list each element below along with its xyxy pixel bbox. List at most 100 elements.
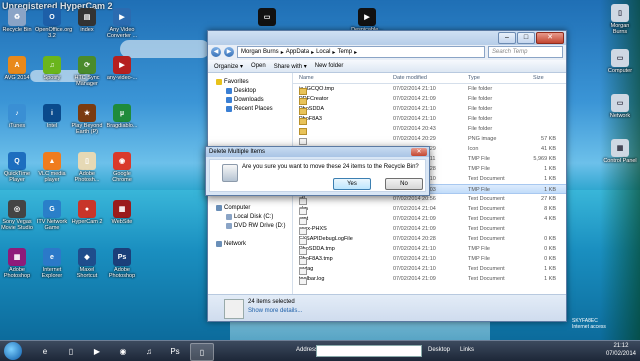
chevron-right-icon[interactable]: ▸ (354, 49, 357, 56)
desktop-icon[interactable]: i Intel (35, 104, 69, 129)
chevron-right-icon[interactable]: ▸ (281, 49, 284, 56)
file-row[interactable]: 07/02/2014 20:29 PNG image 57 KB (293, 134, 566, 145)
desktop-icon[interactable]: ⟳ HTC Sync Manager (70, 56, 104, 87)
no-button[interactable]: No (385, 178, 423, 190)
forward-icon[interactable]: ▶ (224, 47, 234, 57)
file-row[interactable]: toolbar.log 07/02/2014 21:09 Text Document… (293, 274, 566, 285)
file-row[interactable]: PhoSDDA 07/02/2014 21:10 File folder (293, 104, 566, 115)
yes-button[interactable]: Yes (333, 178, 371, 190)
column-name[interactable]: Name (299, 75, 314, 81)
file-row[interactable]: 07/02/2014 20:43 File folder (293, 124, 566, 135)
file-row[interactable]: cxxx-PHXS 07/02/2014 21:09 Text Document (293, 224, 566, 235)
file-size: 1 KB (544, 266, 556, 272)
desktop-icon[interactable]: ◉ Google Chrome (105, 152, 139, 183)
sidebar-item-icon (226, 213, 232, 220)
sidebar-item[interactable]: Network (208, 239, 292, 248)
desktop-icon[interactable]: ▦ Adobe Photoshop (0, 248, 34, 279)
desktop-icon[interactable]: ▶ any-video-... (105, 56, 139, 81)
sidebar-item[interactable]: Desktop (208, 86, 292, 95)
desktop-icon[interactable]: ▭ Computer (603, 49, 637, 74)
file-row[interactable]: PDFCreator 07/02/2014 21:09 File folder (293, 94, 566, 105)
delete-confirm-dialog[interactable]: Delete Multiple Items ✕ Are you sure you… (205, 146, 430, 196)
sidebar-item-label: Local Disk (C:) (234, 213, 274, 220)
desktop-icon[interactable]: ▦ Control Panel (603, 139, 637, 164)
dialog-title-bar[interactable]: Delete Multiple Items ✕ (206, 147, 429, 157)
desktop-icon[interactable]: ▯ Morgan Burns (603, 4, 637, 35)
desktop-toolbar-label[interactable]: Desktop (428, 347, 450, 353)
file-size: 1 KB (544, 166, 556, 172)
desktop-icon-label: Network (609, 113, 631, 119)
desktop-icon[interactable]: O OpenOffice.org 3.2 (35, 8, 72, 39)
open-button[interactable]: Open (251, 63, 266, 69)
desktop-icon[interactable]: ♪ iTunes (0, 104, 34, 129)
desktop-icon[interactable]: Q QuickTime Player (0, 152, 34, 183)
maximize-button[interactable]: □ (517, 32, 535, 44)
explorer-taskbar-icon[interactable]: ▯ (60, 343, 82, 359)
breadcrumb-segment[interactable]: Morgan Burns (241, 49, 279, 55)
breadcrumb[interactable]: Morgan Burns ▸ AppData ▸ Local ▸ Temp ▸ (237, 46, 485, 58)
new-folder-button[interactable]: New folder (315, 63, 344, 69)
back-icon[interactable]: ◀ (211, 47, 221, 57)
column-date[interactable]: Date modified (393, 75, 427, 81)
dialog-close-button[interactable]: ✕ (411, 148, 427, 156)
desktop-icon[interactable]: ▦ WebSite (105, 200, 139, 225)
desktop-icon[interactable]: G ITV Network Game (35, 200, 69, 231)
file-row[interactable]: PhoF8A3 07/02/2014 21:10 File folder (293, 114, 566, 125)
desktop-icon[interactable]: ▲ VLC media player (35, 152, 69, 183)
desktop-icon[interactable]: ♫ Spotify (35, 56, 69, 81)
desktop-icon[interactable]: ▭ (250, 8, 284, 27)
desktop-icon[interactable]: ▯ Adobe Photosh... (70, 152, 104, 183)
links-toolbar-label[interactable]: Links (460, 347, 474, 353)
share-with-button[interactable]: Share with ▾ (274, 63, 307, 70)
explorer-window-taskbar-button[interactable]: ▯ (190, 343, 214, 361)
minimize-button[interactable]: – (498, 32, 516, 44)
file-row[interactable]: amt 07/02/2014 21:09 Text Document 4 KB (293, 214, 566, 225)
desktop-icon[interactable]: A AVG 2014 (0, 56, 34, 81)
desktop-icon[interactable]: e Internet Explorer (35, 248, 69, 279)
breadcrumb-segment[interactable]: Temp (337, 49, 352, 55)
desktop-icon[interactable]: Ps Adobe Photoshop (105, 248, 139, 279)
desktop-icon[interactable]: ▤ index (70, 8, 104, 33)
desktop-icon[interactable]: ♻ Recycle Bin (0, 8, 34, 33)
chevron-right-icon[interactable]: ▸ (332, 49, 335, 56)
sidebar-item[interactable]: Recent Places (208, 104, 292, 113)
system-clock[interactable]: 21:12 07/02/2014 (606, 342, 636, 358)
file-row[interactable]: swtag 07/02/2014 21:10 Text Document 1 KB (293, 264, 566, 275)
sidebar-item[interactable]: Computer (208, 203, 292, 212)
sidebar-item[interactable]: Downloads (208, 95, 292, 104)
start-button[interactable] (4, 342, 22, 360)
column-size[interactable]: Size (533, 75, 544, 81)
sidebar-item[interactable]: Local Disk (C:) (208, 212, 292, 221)
chevron-right-icon[interactable]: ▸ (311, 49, 314, 56)
file-row[interactable]: alm 07/02/2014 21:04 Text Document 8 KB (293, 204, 566, 215)
desktop-icon[interactable]: ▭ Network (603, 94, 637, 119)
ie-taskbar-icon[interactable]: e (34, 343, 56, 359)
spotify-taskbar-icon[interactable]: ♫ (138, 343, 160, 359)
desktop-icon[interactable]: ★ Play Beyond Earth (P) (70, 104, 104, 135)
sidebar-item[interactable]: Favorites (208, 77, 292, 86)
title-bar[interactable]: – □ ✕ (208, 31, 566, 45)
file-row[interactable]: PhoF8A3.tmp 07/02/2014 21:10 TMP File 0 KB (293, 254, 566, 265)
organize-button[interactable]: Organize ▾ (214, 63, 243, 70)
breadcrumb-segment[interactable]: AppData (286, 49, 309, 55)
desktop-icon[interactable]: ◆ Maxel Shortcut (70, 248, 104, 279)
sidebar-item[interactable]: DVD RW Drive (D:) (208, 221, 292, 230)
breadcrumb-segment[interactable]: Local (316, 49, 330, 55)
search-input[interactable]: Search Temp (488, 46, 563, 58)
taskbar-address-input[interactable] (316, 345, 422, 357)
show-more-link[interactable]: Show more details... (248, 308, 302, 314)
file-row[interactable]: ie-IGCQO.tmp 07/02/2014 21:10 File folder (293, 84, 566, 95)
file-row[interactable]: FXSAPIDebugLogFile 07/02/2014 20:28 Text D… (293, 234, 566, 245)
media-player-taskbar-icon[interactable]: ▶ (86, 343, 108, 359)
desktop-icon[interactable]: ◎ Sony Vegas Movie Studio (0, 200, 34, 231)
column-type[interactable]: Type (468, 75, 480, 81)
photoshop-taskbar-icon[interactable]: Ps (164, 343, 186, 359)
desktop-icon[interactable]: ▶ Any Video Converter ... (105, 8, 139, 39)
file-name: FXSAPIDebugLogFile (299, 236, 353, 242)
desktop-icon[interactable]: ● HyperCam 2 (70, 200, 104, 225)
chrome-taskbar-icon[interactable]: ◉ (112, 343, 134, 359)
close-button[interactable]: ✕ (536, 32, 564, 44)
file-row[interactable]: PhoSDDA.tmp 07/02/2014 21:10 TMP File 0 KB (293, 244, 566, 255)
desktop-icon[interactable]: µ Bragdiablo... (105, 104, 139, 129)
game-icon: ★ (78, 104, 96, 122)
